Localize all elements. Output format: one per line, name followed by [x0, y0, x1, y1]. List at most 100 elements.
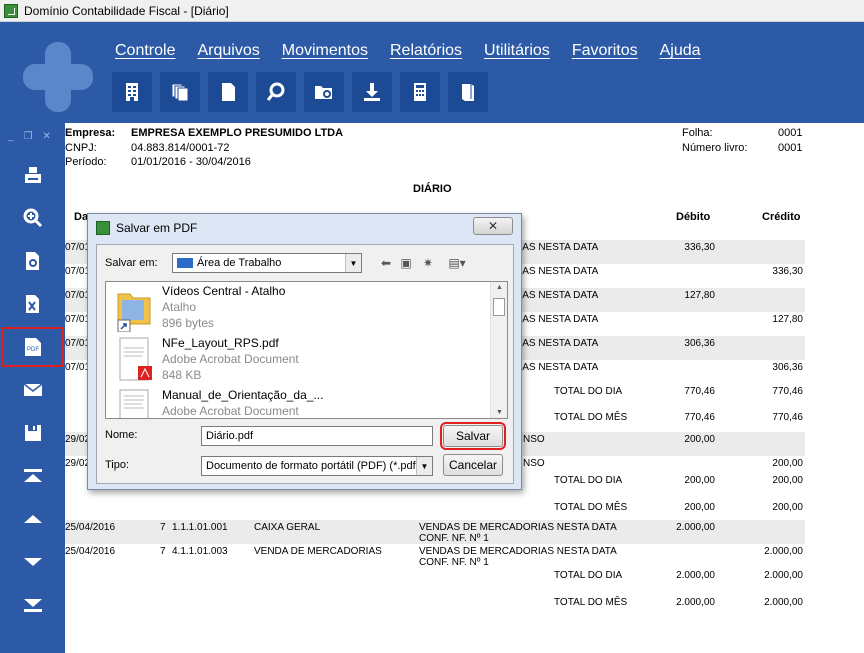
- menu-relatorios[interactable]: Relatórios: [390, 42, 462, 60]
- dialog-app-icon: [96, 221, 110, 235]
- empresa-value: EMPRESA EXEMPLO PRESUMIDO LTDA: [131, 127, 344, 139]
- save-in-value: Área de Trabalho: [197, 257, 282, 269]
- file-item[interactable]: Vídeos Central - Atalho Atalho 896 bytes: [106, 282, 496, 334]
- file-item[interactable]: Manual_de_Orientação_da_... Adobe Acroba…: [106, 386, 496, 418]
- row-number: 7: [160, 546, 166, 557]
- excel-button[interactable]: [0, 284, 65, 324]
- pdf-button[interactable]: PDF: [1, 327, 64, 367]
- menu-controle[interactable]: Controle: [115, 42, 175, 60]
- file-type: Atalho: [162, 300, 197, 314]
- menu-arquivos[interactable]: Arquivos: [197, 42, 259, 60]
- file-type: Adobe Acrobat Document: [162, 404, 299, 418]
- file-size: 896 bytes: [162, 316, 215, 330]
- page-button[interactable]: [208, 72, 248, 112]
- file-list-scrollbar[interactable]: ▲ ▼: [490, 282, 507, 418]
- documents-button[interactable]: [160, 72, 200, 112]
- total-label: TOTAL DO MÊS: [554, 412, 628, 423]
- scroll-up-icon[interactable]: ▲: [491, 284, 507, 291]
- total-row: TOTAL DO DIA 2.000,00 2.000,00: [65, 568, 805, 592]
- side-toolbar: _ ❐ ✕ PDF: [0, 123, 65, 653]
- row-debit: 127,80: [684, 290, 715, 301]
- menu-favoritos[interactable]: Favoritos: [572, 42, 638, 60]
- new-folder-icon[interactable]: ✷: [419, 254, 437, 272]
- restore-icon[interactable]: ❐: [24, 131, 33, 142]
- row-debit: 336,30: [684, 242, 715, 253]
- app-header: Controle Arquivos Movimentos Relatórios …: [0, 22, 864, 123]
- total-credit: 200,00: [772, 475, 803, 486]
- row-history: NSO: [523, 458, 545, 469]
- chevron-down-icon[interactable]: ▼: [416, 457, 432, 475]
- dialog-close-button[interactable]: ✕: [473, 217, 513, 235]
- row-debit: 2.000,00: [676, 522, 715, 533]
- save-button[interactable]: [0, 413, 65, 453]
- total-label: TOTAL DO DIA: [554, 570, 623, 581]
- menu-movimentos[interactable]: Movimentos: [282, 42, 368, 60]
- file-name-input[interactable]: Diário.pdf: [201, 426, 433, 446]
- svg-text:PDF: PDF: [27, 347, 39, 353]
- row-credit: 200,00: [772, 458, 803, 469]
- child-window-controls: _ ❐ ✕: [8, 131, 51, 142]
- row-debit: 306,36: [684, 338, 715, 349]
- dialog-title-bar: Salvar em PDF ✕: [88, 214, 521, 242]
- file-item[interactable]: NFe_Layout_RPS.pdf Adobe Acrobat Documen…: [106, 334, 496, 386]
- dialog-title: Salvar em PDF: [116, 221, 198, 235]
- file-type-dropdown[interactable]: Documento de formato portátil (PDF) (*.p…: [201, 456, 433, 476]
- last-page-button[interactable]: [0, 585, 65, 625]
- minimize-icon[interactable]: _: [8, 131, 14, 142]
- file-name: NFe_Layout_RPS.pdf: [162, 336, 279, 350]
- type-label: Tipo:: [105, 459, 130, 471]
- download-button[interactable]: [352, 72, 392, 112]
- file-list[interactable]: Vídeos Central - Atalho Atalho 896 bytes…: [105, 281, 508, 419]
- total-credit: 770,46: [772, 412, 803, 423]
- chevron-down-icon[interactable]: ▼: [345, 254, 361, 272]
- scroll-thumb[interactable]: [493, 298, 505, 316]
- periodo-value: 01/01/2016 - 30/04/2016: [131, 156, 251, 168]
- cancel-button[interactable]: Cancelar: [443, 454, 503, 476]
- print-button[interactable]: [0, 155, 65, 195]
- pdf-document-icon: [119, 389, 149, 418]
- total-label: TOTAL DO MÊS: [554, 597, 628, 608]
- title-bar: Domínio Contabilidade Fiscal - [Diário]: [0, 0, 864, 22]
- up-folder-icon[interactable]: ▣: [397, 254, 415, 272]
- total-credit: 2.000,00: [764, 570, 803, 581]
- row-credit: 336,30: [772, 266, 803, 277]
- first-page-button[interactable]: [0, 456, 65, 496]
- excel-icon: [25, 295, 39, 313]
- view-menu-icon[interactable]: ▤▾: [443, 254, 471, 272]
- save-pdf-button[interactable]: Salvar: [440, 422, 506, 450]
- save-in-dropdown[interactable]: Área de Trabalho ▼: [172, 253, 362, 273]
- zoom-button[interactable]: [0, 198, 65, 238]
- previous-page-button[interactable]: [0, 499, 65, 539]
- folder-search-button[interactable]: [304, 72, 344, 112]
- total-row: TOTAL DO MÊS 2.000,00 2.000,00: [65, 595, 805, 619]
- column-debito: Débito: [676, 211, 711, 223]
- save-in-label: Salvar em:: [105, 257, 158, 269]
- file-name: Vídeos Central - Atalho: [162, 284, 286, 298]
- building-button[interactable]: [112, 72, 152, 112]
- empresa-label: Empresa:: [65, 127, 116, 139]
- row-account: 4.1.1.01.003: [172, 546, 228, 557]
- back-icon[interactable]: ⬅: [377, 254, 395, 272]
- total-label: TOTAL DO DIA: [554, 386, 623, 397]
- email-button[interactable]: [0, 370, 65, 410]
- pdf-document-icon: [119, 337, 152, 381]
- row-date: 25/04/2016: [65, 546, 116, 557]
- row-history: NSO: [523, 434, 545, 445]
- menu-ajuda[interactable]: Ajuda: [660, 42, 701, 60]
- total-label: TOTAL DO DIA: [554, 475, 623, 486]
- row-history: VENDAS DE MERCADORIAS NESTA DATA: [419, 546, 617, 557]
- search-button[interactable]: [256, 72, 296, 112]
- book-button[interactable]: [448, 72, 488, 112]
- book-icon: [462, 84, 474, 101]
- calculator-button[interactable]: [400, 72, 440, 112]
- next-page-button[interactable]: [0, 542, 65, 582]
- total-debit: 770,46: [684, 386, 715, 397]
- close-icon[interactable]: ✕: [43, 131, 51, 142]
- save-icon: [24, 425, 41, 441]
- menu-utilitarios[interactable]: Utilitários: [484, 42, 550, 60]
- total-label: TOTAL DO MÊS: [554, 502, 628, 513]
- scroll-down-icon[interactable]: ▼: [491, 409, 507, 416]
- preview-button[interactable]: [0, 241, 65, 281]
- first-page-icon: [23, 469, 42, 482]
- row-account: 1.1.1.01.001: [172, 522, 228, 533]
